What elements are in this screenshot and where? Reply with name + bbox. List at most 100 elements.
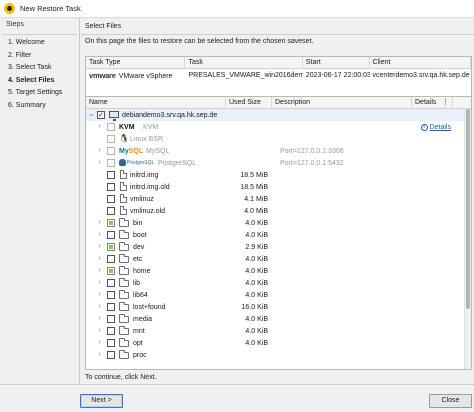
tree-row-folder[interactable]: › lib64 4.0 KiB — [86, 289, 471, 301]
column-client[interactable]: Client — [370, 57, 471, 68]
tree-row-folder[interactable]: › home 4.0 KiB — [86, 265, 471, 277]
mysql-checkbox[interactable] — [107, 147, 115, 155]
folder-checkbox[interactable] — [107, 351, 115, 359]
column-menu-icon[interactable]: ⋮ — [442, 97, 449, 108]
tree-row-mysql[interactable]: › MySQL MySQL Port=127.0.0.1:3306 — [86, 145, 471, 157]
tree-row-folder[interactable]: › media 4.0 KiB — [86, 313, 471, 325]
tree-row-linux-bsr[interactable]: 🐧 Linux BSR — [86, 133, 471, 145]
folder-checkbox[interactable] — [107, 231, 115, 239]
tree-row-folder[interactable]: › dev 2.9 KiB — [86, 241, 471, 253]
column-used-size[interactable]: Used Size — [226, 97, 272, 108]
folder-label: boot — [133, 231, 147, 239]
folder-label: opt — [133, 339, 143, 347]
postgresql-checkbox[interactable] — [107, 159, 115, 167]
tree-row-folder[interactable]: › etc 4.0 KiB — [86, 253, 471, 265]
tree-row-file[interactable]: initrd.img.old 18.5 MiB — [86, 181, 471, 193]
main-panel: Select Files On this page the files to r… — [81, 18, 474, 384]
folder-label: lost+found — [133, 303, 166, 311]
folder-checkbox[interactable] — [107, 255, 115, 263]
column-task[interactable]: Task — [185, 57, 303, 68]
expand-chevron-icon[interactable]: › — [96, 158, 103, 168]
computer-icon — [109, 111, 119, 121]
file-icon — [120, 182, 127, 191]
folder-icon — [119, 242, 129, 251]
page-description: On this page the files to restore can be… — [85, 38, 314, 45]
file-checkbox[interactable] — [107, 195, 115, 203]
folder-label: proc — [133, 351, 147, 359]
tree-row-folder[interactable]: › bin 4.0 KiB — [86, 217, 471, 229]
expand-chevron-icon[interactable]: › — [96, 302, 103, 312]
column-description[interactable]: Description — [272, 97, 412, 108]
saveset-row[interactable]: vmware VMware vSphere PRESALES_VMWARE_win… — [86, 69, 471, 82]
linux-bsr-checkbox[interactable] — [107, 135, 115, 143]
column-name[interactable]: Name — [86, 97, 226, 108]
folder-checkbox[interactable] — [107, 303, 115, 311]
folder-checkbox[interactable] — [107, 327, 115, 335]
expand-chevron-icon[interactable]: › — [96, 350, 103, 360]
expand-chevron-icon[interactable]: › — [96, 218, 103, 228]
folder-checkbox[interactable] — [107, 315, 115, 323]
tree-row-folder[interactable]: › opt 4.0 KiB — [86, 337, 471, 349]
step-select-files: 4. Select Files — [8, 76, 55, 84]
tree-row-kvm[interactable]: › KVM KVM i Details — [86, 121, 471, 133]
saveset-task: PRESALES_VMWARE_win2016demo3 — [188, 72, 303, 79]
folder-label: dev — [133, 243, 145, 251]
close-button[interactable]: Close — [429, 394, 472, 408]
mysql-description: Port=127.0.0.1:3306 — [280, 147, 344, 155]
postgresql-logo-icon: PostgreSQL — [119, 159, 154, 166]
file-checkbox[interactable] — [107, 171, 115, 179]
folder-checkbox[interactable] — [107, 279, 115, 287]
tree-row-folder[interactable]: › lost+found 16.0 KiB — [86, 301, 471, 313]
column-start[interactable]: Start — [303, 57, 370, 68]
file-icon — [120, 194, 127, 203]
next-button[interactable]: Next > — [80, 394, 123, 408]
folder-label: home — [133, 267, 151, 275]
file-icon — [120, 170, 127, 179]
folder-size: 16.0 KiB — [241, 303, 268, 311]
tree-row-folder[interactable]: › mnt 4.0 KiB — [86, 325, 471, 337]
expand-chevron-icon[interactable]: › — [96, 122, 103, 132]
expand-chevron-icon[interactable]: › — [96, 230, 103, 240]
expand-chevron-icon[interactable]: › — [96, 290, 103, 300]
step-select-task: 3. Select Task — [8, 64, 52, 71]
file-size: 4.1 MiB — [244, 195, 268, 203]
folder-size: 4.0 KiB — [245, 255, 268, 263]
tree-row-folder[interactable]: › boot 4.0 KiB — [86, 229, 471, 241]
kvm-checkbox[interactable] — [107, 123, 115, 131]
file-checkbox[interactable] — [107, 207, 115, 215]
tree-row-file[interactable]: vmlinuz.old 4.0 MiB — [86, 205, 471, 217]
tree-header-row: Name Used Size Description Details ⋮ — [86, 97, 471, 109]
collapse-chevron-icon[interactable]: ⌄ — [88, 110, 95, 120]
expand-chevron-icon[interactable]: › — [96, 146, 103, 156]
file-checkbox[interactable] — [107, 183, 115, 191]
expand-chevron-icon[interactable]: › — [96, 266, 103, 276]
scrollbar-thumb[interactable] — [466, 109, 470, 309]
kvm-logo-icon: KVM — [119, 123, 135, 131]
tree-row-root[interactable]: ⌄ debiandemo3.srv.qa.hk.sep.de — [86, 109, 471, 121]
expand-chevron-icon[interactable]: › — [96, 242, 103, 252]
column-details[interactable]: Details ⋮ — [412, 97, 453, 108]
tree-row-file[interactable]: initrd.img 18.5 MiB — [86, 169, 471, 181]
column-task-type[interactable]: Task Type — [86, 57, 186, 68]
tree-row-folder[interactable]: › lib 4.0 KiB — [86, 277, 471, 289]
expand-chevron-icon[interactable]: › — [96, 278, 103, 288]
section-title: Select Files — [85, 23, 122, 30]
tree-row-postgresql[interactable]: › PostgreSQL PostgreSQL Port=127.0.0.1:5… — [86, 157, 471, 169]
file-label: initrd.img — [130, 171, 159, 179]
folder-checkbox[interactable] — [107, 243, 115, 251]
tree-row-folder[interactable]: › proc — [86, 349, 471, 361]
kvm-details-link[interactable]: Details — [430, 124, 451, 131]
expand-chevron-icon[interactable]: › — [96, 338, 103, 348]
expand-chevron-icon[interactable]: › — [96, 254, 103, 264]
folder-checkbox[interactable] — [107, 339, 115, 347]
folder-checkbox[interactable] — [107, 291, 115, 299]
folder-checkbox[interactable] — [107, 219, 115, 227]
expand-chevron-icon[interactable]: › — [96, 314, 103, 324]
vertical-scrollbar[interactable] — [464, 109, 471, 369]
tree-row-file[interactable]: vmlinuz 4.1 MiB — [86, 193, 471, 205]
expand-chevron-icon[interactable]: › — [96, 326, 103, 336]
folder-checkbox[interactable] — [107, 267, 115, 275]
button-bar: Next > Close — [0, 384, 474, 412]
root-checkbox[interactable] — [97, 111, 105, 119]
postgresql-description: Port=127.0.0.1:5432 — [280, 159, 344, 167]
